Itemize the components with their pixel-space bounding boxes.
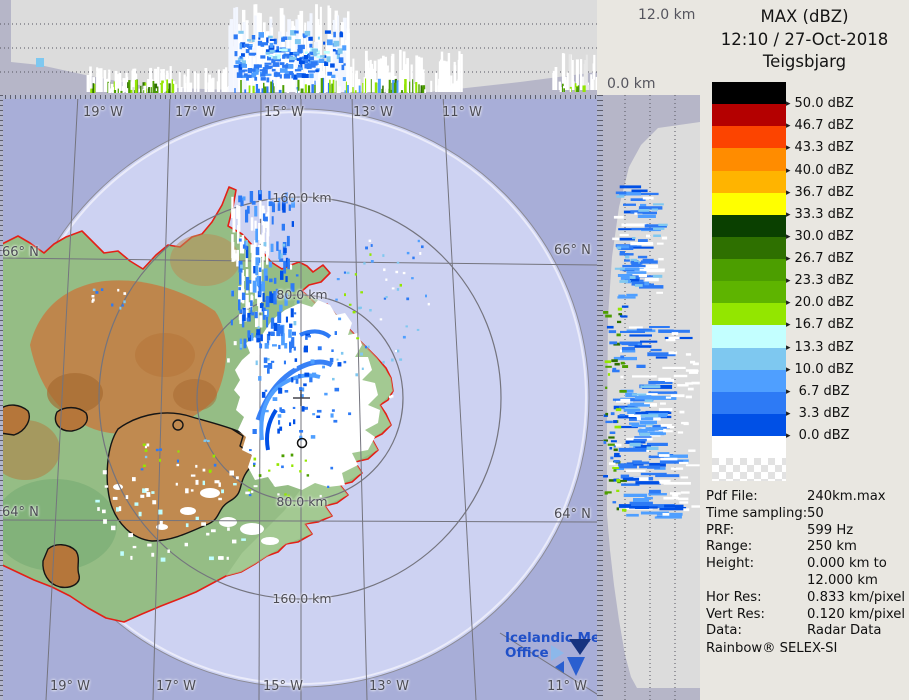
info-value: Radar Data [807,623,882,638]
height-axis-labels: 12.0 km 0.0 km [597,0,700,95]
info-label: Time sampling: [706,506,807,523]
legend-label: ▸50.0 dBZ [786,96,854,111]
legend-label: ▸43.3 dBZ [786,140,854,155]
legend-tick-icon: ▸ [786,143,791,153]
software-name: Rainbow® SELEX-SI [706,641,837,656]
info-label: PRF: [706,523,807,540]
legend-swatch [712,104,786,127]
legend-label: ▸13.3 dBZ [786,340,854,355]
legend-label: ▸26.7 dBZ [786,251,854,266]
info-row: PRF:599 Hz [706,523,906,540]
top-profile-canvas [0,0,597,95]
legend-tick-icon: ▸ [786,210,791,220]
radar-display-window: 12.0 km 0.0 km [0,0,909,700]
legend-white-band [712,436,786,459]
info-row: Height:0.000 km to [706,556,906,573]
info-value: 599 Hz [807,523,853,538]
legend-label: ▸30.0 dBZ [786,229,854,244]
legend-sidebar: MAX (dBZ) 12:10 / 27-Oct-2018 Teigsbjarg… [700,0,909,700]
info-row: Vert Res:0.120 km/pixel [706,607,906,624]
legend-tick-icon: ▸ [786,409,791,419]
info-value: 240km.max [807,489,886,504]
info-value: 0.120 km/pixel [807,607,905,622]
legend-tick-icon: ▸ [786,121,791,131]
icelandic-met-office-logo: Icelandic Met Office [505,631,597,691]
legend-tick-icon: ▸ [786,431,791,441]
legend-label: ▸23.3 dBZ [786,273,854,288]
legend-swatch [712,370,786,393]
info-label: Hor Res: [706,590,807,607]
legend-tick-icon: ▸ [786,99,791,109]
info-label: Height: [706,556,807,573]
legend-tick-icon: ▸ [786,166,791,176]
legend-tick-icon: ▸ [786,254,791,264]
product-info-panel: Pdf File:240km.maxTime sampling:50PRF:59… [706,489,906,640]
side-height-profile-panel [597,95,700,700]
legend-label: ▸ 3.3 dBZ [786,406,850,421]
height-axis-max-label: 12.0 km [638,7,695,23]
logo-pinwheel-icon [551,645,564,661]
legend-swatch [712,348,786,371]
legend-label: ▸33.3 dBZ [786,207,854,222]
legend-label: ▸20.0 dBZ [786,295,854,310]
legend-swatch [712,281,786,304]
info-row: 12.000 km [706,573,906,590]
info-label: Data: [706,623,807,640]
legend-swatch [712,82,786,105]
legend-swatch [712,303,786,326]
info-row: Range:250 km [706,539,906,556]
legend-label: ▸10.0 dBZ [786,362,854,377]
info-value: 0.833 km/pixel [807,590,905,605]
info-row: Data:Radar Data [706,623,906,640]
legend-tick-icon: ▸ [786,343,791,353]
map-left-ruler [0,95,3,700]
info-value: 250 km [807,539,857,554]
info-value: 0.000 km to [807,556,887,571]
legend-tick-icon: ▸ [786,276,791,286]
legend-tick-icon: ▸ [786,298,791,308]
legend-swatch [712,193,786,216]
height-axis-min-label: 0.0 km [607,76,655,92]
info-label: Range: [706,539,807,556]
legend-swatch [712,392,786,415]
info-value: 50 [807,506,824,521]
legend-tick-icon: ▸ [786,387,791,397]
legend-transparent-band [712,458,786,481]
legend-label: ▸40.0 dBZ [786,163,854,178]
map-top-ruler [0,95,597,99]
legend-label: ▸ 0.0 dBZ [786,428,850,443]
legend-swatch [712,126,786,149]
legend-tick-icon: ▸ [786,365,791,375]
info-value: 12.000 km [807,573,878,588]
reflectivity-color-scale: ▸50.0 dBZ ▸46.7 dBZ ▸43.3 dBZ ▸40.0 dBZ ▸36.… [700,0,909,482]
legend-label: ▸16.7 dBZ [786,317,854,332]
isolated-echo [36,58,44,67]
info-label: Vert Res: [706,607,807,624]
legend-swatch [712,414,786,437]
legend-label: ▸46.7 dBZ [786,118,854,133]
legend-swatch [712,325,786,348]
legend-swatch [712,171,786,194]
legend-swatch [712,215,786,238]
info-label: Pdf File: [706,489,807,506]
legend-swatch [712,148,786,171]
side-profile-canvas [603,95,700,700]
info-row: Hor Res:0.833 km/pixel [706,590,906,607]
legend-label: ▸ 6.7 dBZ [786,384,850,399]
legend-label: ▸36.7 dBZ [786,185,854,200]
legend-swatch [712,237,786,260]
legend-tick-icon: ▸ [786,232,791,242]
info-row: Pdf File:240km.max [706,489,906,506]
info-row: Time sampling:50 [706,506,906,523]
radar-map-view[interactable]: 19° W17° W15° W13° W11° W19° W17° W15° W… [0,95,597,700]
map-canvas [0,95,597,700]
legend-swatch [712,259,786,282]
legend-tick-icon: ▸ [786,188,791,198]
top-height-profile-panel [0,0,597,95]
legend-tick-icon: ▸ [786,320,791,330]
